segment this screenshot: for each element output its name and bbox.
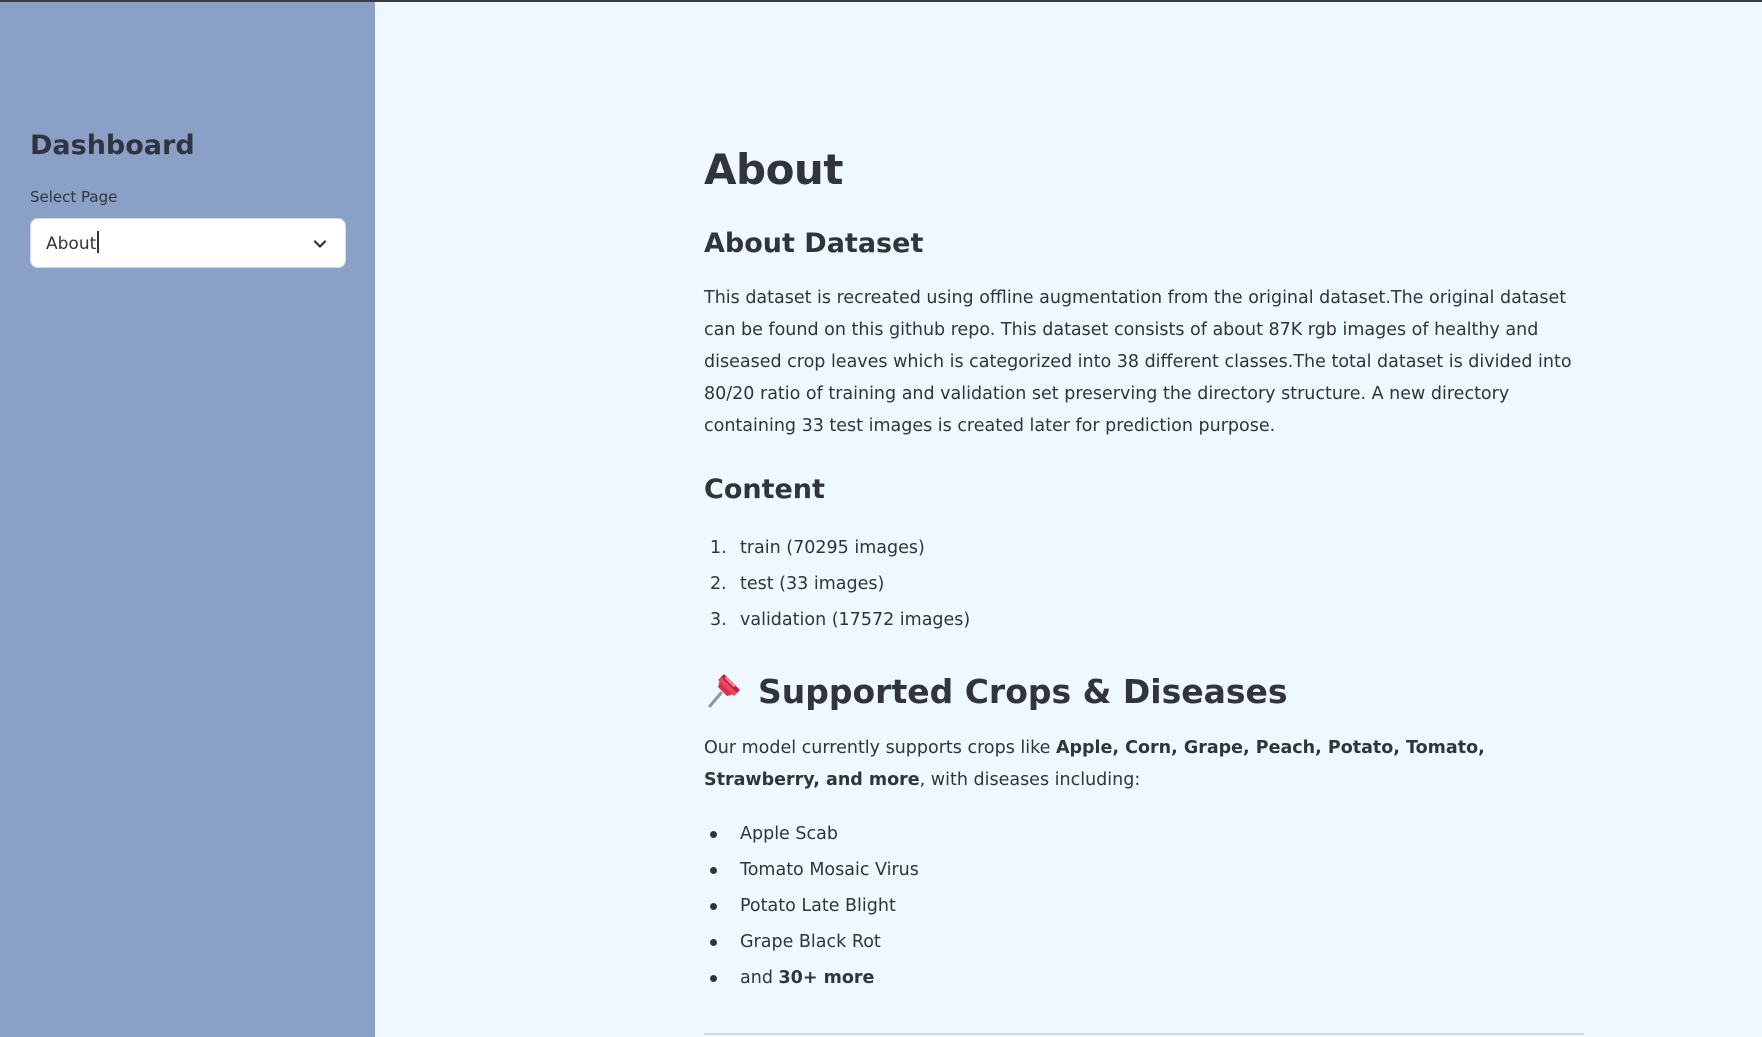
crops-intro-prefix: Our model currently supports crops like bbox=[704, 738, 1056, 758]
more-count: 30+ more bbox=[778, 968, 875, 988]
crops-intro: Our model currently supports crops like … bbox=[704, 732, 1584, 796]
select-page-dropdown[interactable]: About bbox=[30, 218, 346, 268]
list-item: Apple Scab bbox=[704, 816, 919, 852]
bullet bbox=[710, 903, 717, 910]
more-prefix: and bbox=[740, 968, 779, 988]
crops-heading-text: Supported Crops & Diseases bbox=[758, 672, 1288, 711]
dataset-description: This dataset is recreated using offline … bbox=[704, 288, 1572, 436]
crops-heading: Supported Crops & Diseases bbox=[704, 668, 1288, 716]
text-cursor bbox=[97, 231, 99, 253]
list-item: and 30+ more bbox=[704, 960, 919, 996]
bullet bbox=[710, 867, 717, 874]
divider bbox=[704, 1033, 1584, 1035]
list-item: 2. test (33 images) bbox=[704, 566, 970, 602]
list-item-text: train (70295 images) bbox=[740, 538, 925, 558]
crops-intro-suffix: , with diseases including: bbox=[919, 770, 1141, 790]
disease-name: Potato Late Blight bbox=[740, 896, 896, 916]
content-list: 1. train (70295 images) 2. test (33 images… bbox=[704, 530, 970, 638]
content-heading: Content bbox=[704, 474, 825, 505]
chevron-down-icon[interactable] bbox=[311, 235, 329, 253]
bullet bbox=[710, 939, 717, 946]
sidebar-title: Dashboard bbox=[30, 130, 195, 161]
list-item: Grape Black Rot bbox=[704, 924, 919, 960]
list-number: 3. bbox=[710, 610, 727, 630]
pushpin-icon bbox=[708, 673, 740, 707]
bullet bbox=[710, 831, 717, 838]
list-item: 1. train (70295 images) bbox=[704, 530, 970, 566]
list-item-text: test (33 images) bbox=[740, 574, 885, 594]
bullet bbox=[710, 975, 717, 982]
disease-name: Tomato Mosaic Virus bbox=[740, 860, 919, 880]
list-item-text: validation (17572 images) bbox=[740, 610, 971, 630]
select-page-label: Select Page bbox=[30, 188, 118, 206]
list-number: 1. bbox=[710, 538, 727, 558]
select-page-value[interactable]: About bbox=[46, 231, 99, 256]
list-item: 3. validation (17572 images) bbox=[704, 602, 970, 638]
sidebar: Dashboard Select Page About bbox=[0, 2, 375, 1037]
about-dataset-heading: About Dataset bbox=[704, 228, 924, 259]
list-item: Tomato Mosaic Virus bbox=[704, 852, 919, 888]
disease-name: Grape Black Rot bbox=[740, 932, 881, 952]
disease-name: Apple Scab bbox=[740, 824, 838, 844]
diseases-list: Apple Scab Tomato Mosaic Virus Potato La… bbox=[704, 816, 919, 996]
list-number: 2. bbox=[710, 574, 727, 594]
page-title: About bbox=[704, 145, 843, 194]
list-item: Potato Late Blight bbox=[704, 888, 919, 924]
